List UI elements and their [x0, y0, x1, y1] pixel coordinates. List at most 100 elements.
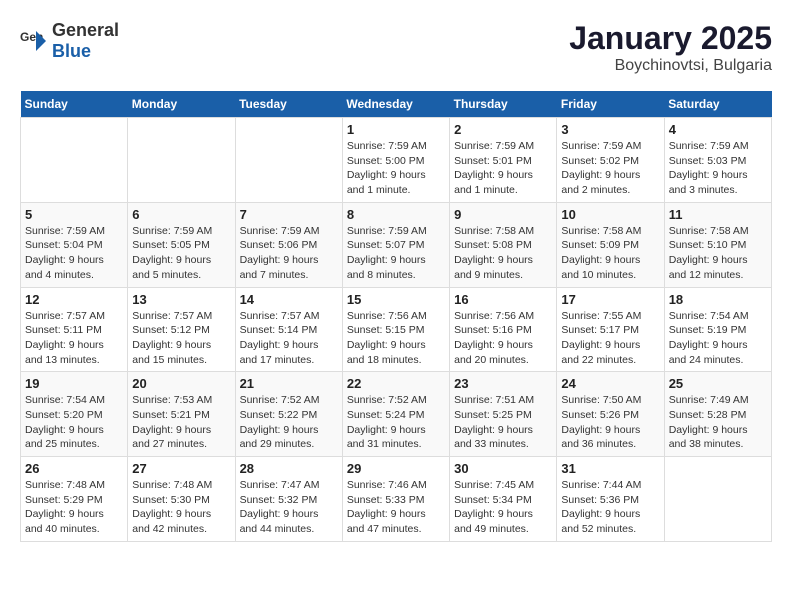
calendar-cell: 12 Sunrise: 7:57 AM Sunset: 5:11 PM Dayli… — [21, 287, 128, 372]
calendar-cell: 3 Sunrise: 7:59 AM Sunset: 5:02 PM Daylig… — [557, 118, 664, 203]
day-info: Sunrise: 7:54 AM Sunset: 5:19 PM Dayligh… — [669, 309, 767, 368]
calendar-cell: 11 Sunrise: 7:58 AM Sunset: 5:10 PM Dayli… — [664, 202, 771, 287]
day-info: Sunrise: 7:53 AM Sunset: 5:21 PM Dayligh… — [132, 393, 230, 452]
calendar-cell: 31Sunrise: 7:44 AM Sunset: 5:36 PM Dayli… — [557, 457, 664, 542]
day-number: 10 — [561, 207, 659, 222]
day-info: Sunrise: 7:57 AM Sunset: 5:11 PM Dayligh… — [25, 309, 123, 368]
calendar-cell: 28Sunrise: 7:47 AM Sunset: 5:32 PM Dayli… — [235, 457, 342, 542]
calendar-cell: 6Sunrise: 7:59 AM Sunset: 5:05 PM Daylig… — [128, 202, 235, 287]
calendar-cell: 19 Sunrise: 7:54 AM Sunset: 5:20 PM Dayli… — [21, 372, 128, 457]
month-title: January 2025 — [569, 20, 772, 57]
calendar-cell: 16 Sunrise: 7:56 AM Sunset: 5:16 PM Dayli… — [450, 287, 557, 372]
day-info: Sunrise: 7:44 AM Sunset: 5:36 PM Dayligh… — [561, 478, 659, 537]
header: Gen General Blue January 2025 Boychinovt… — [20, 20, 772, 75]
day-number: 14 — [240, 292, 338, 307]
calendar-cell: 24 Sunrise: 7:50 AM Sunset: 5:26 PM Dayli… — [557, 372, 664, 457]
day-info: Sunrise: 7:48 AM Sunset: 5:29 PM Dayligh… — [25, 478, 123, 537]
day-info: Sunrise: 7:59 AM Sunset: 5:04 PM Dayligh… — [25, 224, 123, 283]
logo-icon: Gen — [20, 27, 48, 55]
calendar-cell: 20Sunrise: 7:53 AM Sunset: 5:21 PM Dayli… — [128, 372, 235, 457]
day-number: 12 — [25, 292, 123, 307]
day-number: 24 — [561, 376, 659, 391]
day-info: Sunrise: 7:50 AM Sunset: 5:26 PM Dayligh… — [561, 393, 659, 452]
day-number: 29 — [347, 461, 445, 476]
day-number: 21 — [240, 376, 338, 391]
day-info: Sunrise: 7:59 AM Sunset: 5:07 PM Dayligh… — [347, 224, 445, 283]
calendar-cell: 27 Sunrise: 7:48 AM Sunset: 5:30 PM Dayli… — [128, 457, 235, 542]
day-number: 2 — [454, 122, 552, 137]
calendar-week-row: 26 Sunrise: 7:48 AM Sunset: 5:29 PM Dayli… — [21, 457, 772, 542]
calendar-cell: 4Sunrise: 7:59 AM Sunset: 5:03 PM Daylig… — [664, 118, 771, 203]
day-number: 16 — [454, 292, 552, 307]
day-info: Sunrise: 7:59 AM Sunset: 5:00 PM Dayligh… — [347, 139, 445, 198]
day-number: 8 — [347, 207, 445, 222]
day-info: Sunrise: 7:59 AM Sunset: 5:01 PM Dayligh… — [454, 139, 552, 198]
day-number: 17 — [561, 292, 659, 307]
day-number: 30 — [454, 461, 552, 476]
day-number: 7 — [240, 207, 338, 222]
day-info: Sunrise: 7:59 AM Sunset: 5:02 PM Dayligh… — [561, 139, 659, 198]
calendar-cell: 15Sunrise: 7:56 AM Sunset: 5:15 PM Dayli… — [342, 287, 449, 372]
weekday-header-monday: Monday — [128, 91, 235, 118]
logo-general: General — [52, 20, 119, 40]
calendar-cell: 30 Sunrise: 7:45 AM Sunset: 5:34 PM Dayli… — [450, 457, 557, 542]
day-number: 13 — [132, 292, 230, 307]
calendar-cell: 17Sunrise: 7:55 AM Sunset: 5:17 PM Dayli… — [557, 287, 664, 372]
day-info: Sunrise: 7:58 AM Sunset: 5:10 PM Dayligh… — [669, 224, 767, 283]
day-number: 27 — [132, 461, 230, 476]
calendar-cell: 26 Sunrise: 7:48 AM Sunset: 5:29 PM Dayli… — [21, 457, 128, 542]
calendar-cell: 14Sunrise: 7:57 AM Sunset: 5:14 PM Dayli… — [235, 287, 342, 372]
calendar-cell: 13 Sunrise: 7:57 AM Sunset: 5:12 PM Dayli… — [128, 287, 235, 372]
calendar-cell — [235, 118, 342, 203]
logo-blue: Blue — [52, 41, 91, 61]
calendar-cell: 18 Sunrise: 7:54 AM Sunset: 5:19 PM Dayli… — [664, 287, 771, 372]
weekday-header-row: SundayMondayTuesdayWednesdayThursdayFrid… — [21, 91, 772, 118]
day-number: 3 — [561, 122, 659, 137]
title-area: January 2025 Boychinovtsi, Bulgaria — [569, 20, 772, 75]
calendar-cell: 7 Sunrise: 7:59 AM Sunset: 5:06 PM Daylig… — [235, 202, 342, 287]
day-info: Sunrise: 7:54 AM Sunset: 5:20 PM Dayligh… — [25, 393, 123, 452]
day-info: Sunrise: 7:49 AM Sunset: 5:28 PM Dayligh… — [669, 393, 767, 452]
day-number: 26 — [25, 461, 123, 476]
day-number: 23 — [454, 376, 552, 391]
day-number: 5 — [25, 207, 123, 222]
day-number: 6 — [132, 207, 230, 222]
day-info: Sunrise: 7:56 AM Sunset: 5:16 PM Dayligh… — [454, 309, 552, 368]
day-info: Sunrise: 7:57 AM Sunset: 5:12 PM Dayligh… — [132, 309, 230, 368]
weekday-header-thursday: Thursday — [450, 91, 557, 118]
calendar-cell: 2 Sunrise: 7:59 AM Sunset: 5:01 PM Daylig… — [450, 118, 557, 203]
calendar-week-row: 12 Sunrise: 7:57 AM Sunset: 5:11 PM Dayli… — [21, 287, 772, 372]
day-number: 1 — [347, 122, 445, 137]
day-info: Sunrise: 7:51 AM Sunset: 5:25 PM Dayligh… — [454, 393, 552, 452]
calendar-cell: 5 Sunrise: 7:59 AM Sunset: 5:04 PM Daylig… — [21, 202, 128, 287]
calendar-week-row: 19 Sunrise: 7:54 AM Sunset: 5:20 PM Dayli… — [21, 372, 772, 457]
calendar-cell: 23 Sunrise: 7:51 AM Sunset: 5:25 PM Dayli… — [450, 372, 557, 457]
day-number: 22 — [347, 376, 445, 391]
day-info: Sunrise: 7:48 AM Sunset: 5:30 PM Dayligh… — [132, 478, 230, 537]
weekday-header-sunday: Sunday — [21, 91, 128, 118]
weekday-header-friday: Friday — [557, 91, 664, 118]
day-number: 11 — [669, 207, 767, 222]
day-info: Sunrise: 7:59 AM Sunset: 5:06 PM Dayligh… — [240, 224, 338, 283]
day-info: Sunrise: 7:45 AM Sunset: 5:34 PM Dayligh… — [454, 478, 552, 537]
calendar-cell: 22Sunrise: 7:52 AM Sunset: 5:24 PM Dayli… — [342, 372, 449, 457]
day-info: Sunrise: 7:56 AM Sunset: 5:15 PM Dayligh… — [347, 309, 445, 368]
weekday-header-tuesday: Tuesday — [235, 91, 342, 118]
day-number: 25 — [669, 376, 767, 391]
day-info: Sunrise: 7:58 AM Sunset: 5:09 PM Dayligh… — [561, 224, 659, 283]
calendar-cell: 9Sunrise: 7:58 AM Sunset: 5:08 PM Daylig… — [450, 202, 557, 287]
calendar-cell: 10 Sunrise: 7:58 AM Sunset: 5:09 PM Dayli… — [557, 202, 664, 287]
weekday-header-wednesday: Wednesday — [342, 91, 449, 118]
calendar-cell — [664, 457, 771, 542]
calendar-table: SundayMondayTuesdayWednesdayThursdayFrid… — [20, 91, 772, 542]
calendar-cell — [21, 118, 128, 203]
day-number: 19 — [25, 376, 123, 391]
weekday-header-saturday: Saturday — [664, 91, 771, 118]
day-number: 9 — [454, 207, 552, 222]
day-number: 18 — [669, 292, 767, 307]
day-number: 4 — [669, 122, 767, 137]
day-info: Sunrise: 7:52 AM Sunset: 5:22 PM Dayligh… — [240, 393, 338, 452]
logo: Gen General Blue — [20, 20, 119, 62]
calendar-week-row: 5 Sunrise: 7:59 AM Sunset: 5:04 PM Daylig… — [21, 202, 772, 287]
calendar-cell: 1 Sunrise: 7:59 AM Sunset: 5:00 PM Daylig… — [342, 118, 449, 203]
